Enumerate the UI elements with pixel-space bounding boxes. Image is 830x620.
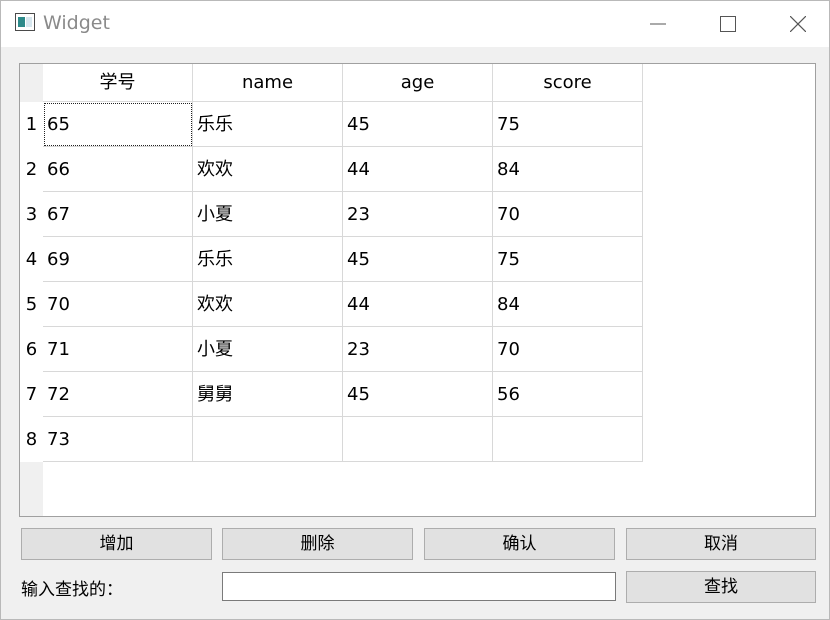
table-cell[interactable]: 45 (343, 237, 493, 282)
table-cell[interactable]: 44 (343, 282, 493, 327)
table-cell[interactable]: 84 (493, 147, 643, 192)
title-bar[interactable]: Widget (1, 1, 829, 47)
column-header[interactable]: score (493, 64, 643, 102)
data-table[interactable]: 学号 name age score 1 2 3 4 5 6 7 8 65 乐乐 45 75 66 欢欢 44 84 67… (19, 63, 816, 517)
app-window: Widget 学号 name age score 1 2 3 4 5 6 7 8 65 乐乐 45 75 66 欢… (0, 0, 830, 620)
close-button[interactable] (763, 1, 830, 47)
add-button[interactable]: 增加 (21, 528, 212, 560)
table-cell[interactable]: 73 (43, 417, 193, 462)
table-cell[interactable]: 66 (43, 147, 193, 192)
minimize-button[interactable] (623, 1, 693, 47)
table-cell[interactable]: 乐乐 (193, 237, 343, 282)
delete-button[interactable]: 删除 (222, 528, 413, 560)
table-cell[interactable]: 23 (343, 192, 493, 237)
table-cell[interactable]: 23 (343, 327, 493, 372)
table-cell[interactable]: 小夏 (193, 327, 343, 372)
table-cell[interactable]: 56 (493, 372, 643, 417)
table-cell[interactable] (193, 417, 343, 462)
confirm-button[interactable]: 确认 (424, 528, 615, 560)
search-label: 输入查找的： (21, 580, 123, 600)
table-corner-button[interactable] (20, 64, 43, 102)
row-header[interactable]: 5 (20, 282, 43, 327)
row-header[interactable]: 4 (20, 237, 43, 282)
row-header[interactable]: 2 (20, 147, 43, 192)
column-header[interactable]: 学号 (43, 64, 193, 102)
table-cell[interactable]: 欢欢 (193, 147, 343, 192)
table-cell[interactable]: 乐乐 (193, 102, 343, 147)
row-header[interactable]: 8 (20, 417, 43, 462)
table-cell[interactable]: 70 (493, 192, 643, 237)
cancel-button[interactable]: 取消 (626, 528, 816, 560)
row-header[interactable]: 7 (20, 372, 43, 417)
table-cell[interactable]: 70 (43, 282, 193, 327)
table-cell[interactable]: 72 (43, 372, 193, 417)
table-cell[interactable] (343, 417, 493, 462)
row-header[interactable]: 6 (20, 327, 43, 372)
table-cell[interactable] (493, 417, 643, 462)
table-cell[interactable]: 67 (43, 192, 193, 237)
table-cell[interactable]: 75 (493, 102, 643, 147)
table-cell[interactable]: 75 (493, 237, 643, 282)
table-cell[interactable]: 45 (343, 102, 493, 147)
close-icon (790, 16, 806, 32)
table-cell[interactable]: 45 (343, 372, 493, 417)
row-header[interactable]: 1 (20, 102, 43, 147)
table-cell[interactable]: 65 (43, 102, 193, 147)
table-cell[interactable]: 舅舅 (193, 372, 343, 417)
table-cell[interactable]: 84 (493, 282, 643, 327)
table-cell[interactable]: 71 (43, 327, 193, 372)
maximize-icon (720, 16, 736, 32)
row-header[interactable]: 3 (20, 192, 43, 237)
maximize-button[interactable] (693, 1, 763, 47)
table-cell[interactable]: 69 (43, 237, 193, 282)
table-cell[interactable]: 70 (493, 327, 643, 372)
app-icon (15, 13, 35, 31)
column-header[interactable]: age (343, 64, 493, 102)
window-title: Widget (43, 12, 110, 34)
table-cell[interactable]: 欢欢 (193, 282, 343, 327)
minimize-icon (650, 23, 666, 25)
search-input[interactable] (222, 572, 616, 601)
find-button[interactable]: 查找 (626, 571, 816, 603)
table-cell[interactable]: 44 (343, 147, 493, 192)
column-header[interactable]: name (193, 64, 343, 102)
table-cell[interactable]: 小夏 (193, 192, 343, 237)
